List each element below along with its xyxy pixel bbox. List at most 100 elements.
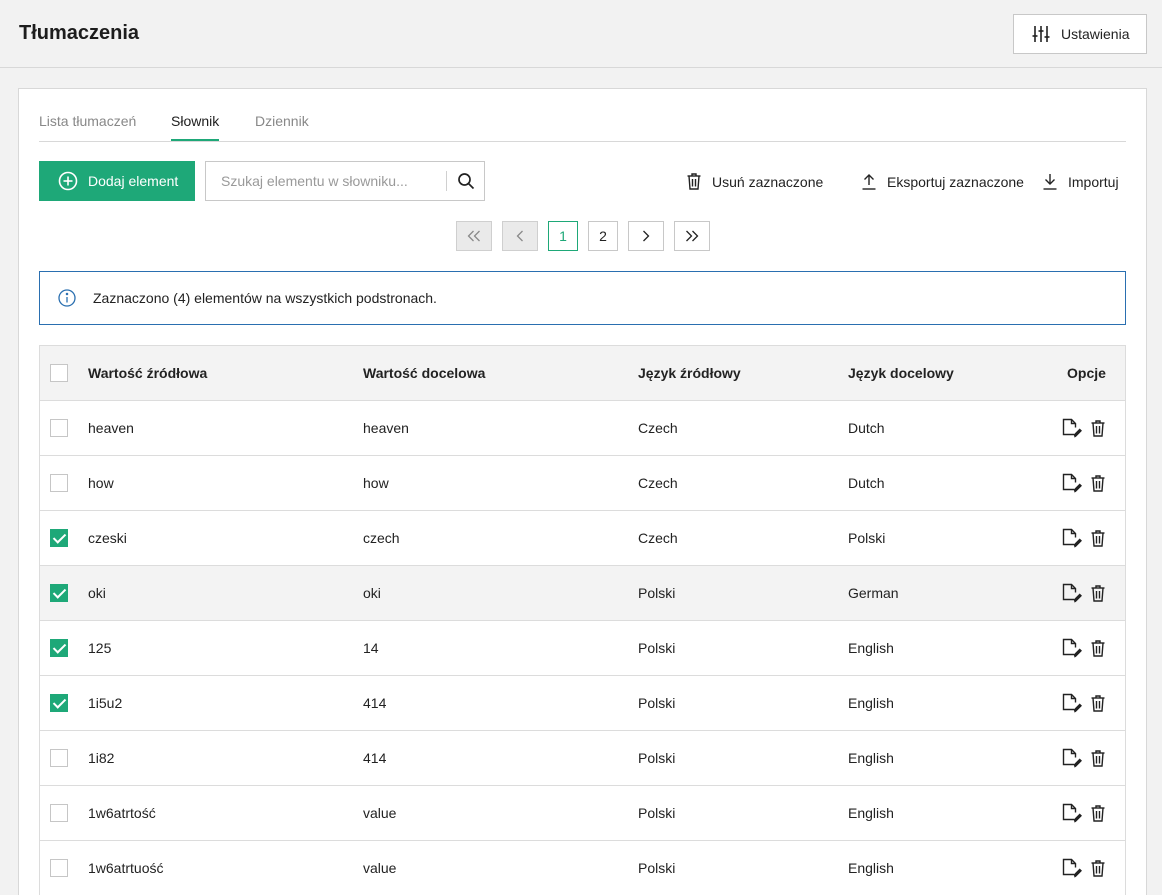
column-header-source-value: Wartość źródłowa xyxy=(88,365,208,381)
row-options xyxy=(1062,566,1105,620)
trash-icon xyxy=(1091,859,1105,877)
edit-icon xyxy=(1062,583,1082,603)
settings-button[interactable]: Ustawienia xyxy=(1013,14,1147,54)
edit-button[interactable] xyxy=(1062,473,1082,493)
edit-button[interactable] xyxy=(1062,858,1082,878)
tab-dictionary[interactable]: Słownik xyxy=(171,113,220,141)
add-element-label: Dodaj element xyxy=(88,173,179,189)
table-header: Wartość źródłowa Wartość docelowa Język … xyxy=(39,345,1126,401)
edit-icon xyxy=(1062,858,1082,878)
target-language-cell: English xyxy=(848,805,894,821)
delete-button[interactable] xyxy=(1091,694,1105,712)
pager-page-1[interactable]: 1 xyxy=(548,221,578,251)
source-language-cell: Polski xyxy=(638,750,676,766)
row-checkbox[interactable] xyxy=(50,529,68,547)
target-value-cell: oki xyxy=(363,585,381,601)
edit-icon xyxy=(1062,528,1082,548)
edit-icon xyxy=(1062,803,1082,823)
row-options xyxy=(1062,786,1105,840)
table-row: 125 14 Polski English xyxy=(39,621,1126,676)
trash-icon xyxy=(1091,639,1105,657)
edit-button[interactable] xyxy=(1062,748,1082,768)
search-button[interactable] xyxy=(447,162,485,200)
target-language-cell: English xyxy=(848,750,894,766)
delete-button[interactable] xyxy=(1091,859,1105,877)
target-language-cell: English xyxy=(848,860,894,876)
target-value-cell: how xyxy=(363,475,389,491)
trash-icon xyxy=(1091,584,1105,602)
edit-button[interactable] xyxy=(1062,528,1082,548)
next-page-icon xyxy=(643,230,650,242)
edit-button[interactable] xyxy=(1062,803,1082,823)
upload-icon xyxy=(862,174,876,190)
tab-log[interactable]: Dziennik xyxy=(255,113,309,129)
source-value-cell: how xyxy=(88,475,114,491)
row-checkbox[interactable] xyxy=(50,749,68,767)
row-options xyxy=(1062,841,1105,895)
row-checkbox[interactable] xyxy=(50,639,68,657)
row-checkbox[interactable] xyxy=(50,694,68,712)
edit-icon xyxy=(1062,638,1082,658)
edit-button[interactable] xyxy=(1062,693,1082,713)
column-header-target-value: Wartość docelowa xyxy=(363,365,486,381)
pager-prev-button[interactable] xyxy=(502,221,538,251)
trash-icon xyxy=(687,173,701,190)
source-language-cell: Polski xyxy=(638,695,676,711)
source-language-cell: Czech xyxy=(638,475,678,491)
top-bar: Tłumaczenia Ustawienia xyxy=(0,0,1162,68)
export-selected-button[interactable]: Eksportuj zaznaczone xyxy=(862,173,1024,190)
table-row: oki oki Polski German xyxy=(39,566,1126,621)
import-label: Importuj xyxy=(1068,173,1119,190)
delete-button[interactable] xyxy=(1091,419,1105,437)
row-checkbox[interactable] xyxy=(50,419,68,437)
delete-button[interactable] xyxy=(1091,749,1105,767)
table-row: how how Czech Dutch xyxy=(39,456,1126,511)
row-checkbox[interactable] xyxy=(50,474,68,492)
target-language-cell: Dutch xyxy=(848,420,885,436)
edit-icon xyxy=(1062,748,1082,768)
first-page-icon xyxy=(467,230,480,242)
delete-button[interactable] xyxy=(1091,529,1105,547)
row-checkbox[interactable] xyxy=(50,584,68,602)
delete-button[interactable] xyxy=(1091,474,1105,492)
import-button[interactable]: Importuj xyxy=(1043,173,1119,190)
edit-button[interactable] xyxy=(1062,418,1082,438)
settings-label: Ustawienia xyxy=(1061,26,1130,42)
source-language-cell: Polski xyxy=(638,585,676,601)
pager-next-button[interactable] xyxy=(628,221,664,251)
column-header-source-language: Język źródłowy xyxy=(638,365,741,381)
delete-button[interactable] xyxy=(1091,804,1105,822)
pager-last-button[interactable] xyxy=(674,221,710,251)
pager-first-button[interactable] xyxy=(456,221,492,251)
row-checkbox[interactable] xyxy=(50,804,68,822)
tab-translation-list[interactable]: Lista tłumaczeń xyxy=(39,113,136,129)
search-input[interactable] xyxy=(206,162,446,200)
edit-button[interactable] xyxy=(1062,638,1082,658)
target-value-cell: 14 xyxy=(363,640,379,656)
source-language-cell: Polski xyxy=(638,860,676,876)
add-element-button[interactable]: Dodaj element xyxy=(39,161,195,201)
source-language-cell: Czech xyxy=(638,530,678,546)
pager-page-2[interactable]: 2 xyxy=(588,221,618,251)
source-value-cell: 1w6atrtuość xyxy=(88,860,164,876)
target-language-cell: English xyxy=(848,695,894,711)
table-row: czeski czech Czech Polski xyxy=(39,511,1126,566)
edit-icon xyxy=(1062,473,1082,493)
trash-icon xyxy=(1091,749,1105,767)
delete-button[interactable] xyxy=(1091,584,1105,602)
download-icon xyxy=(1043,174,1057,190)
select-all-checkbox[interactable] xyxy=(50,364,68,382)
edit-button[interactable] xyxy=(1062,583,1082,603)
target-language-cell: Dutch xyxy=(848,475,885,491)
row-checkbox[interactable] xyxy=(50,859,68,877)
source-language-cell: Polski xyxy=(638,805,676,821)
table-row: 1w6atrtuość value Polski English xyxy=(39,841,1126,895)
row-options xyxy=(1062,511,1105,565)
info-icon xyxy=(58,289,76,307)
row-options xyxy=(1062,621,1105,675)
trash-icon xyxy=(1091,694,1105,712)
delete-button[interactable] xyxy=(1091,639,1105,657)
column-header-options: Opcje xyxy=(1067,365,1106,381)
table-row: heaven heaven Czech Dutch xyxy=(39,401,1126,456)
delete-selected-button[interactable]: Usuń zaznaczone xyxy=(687,173,823,190)
